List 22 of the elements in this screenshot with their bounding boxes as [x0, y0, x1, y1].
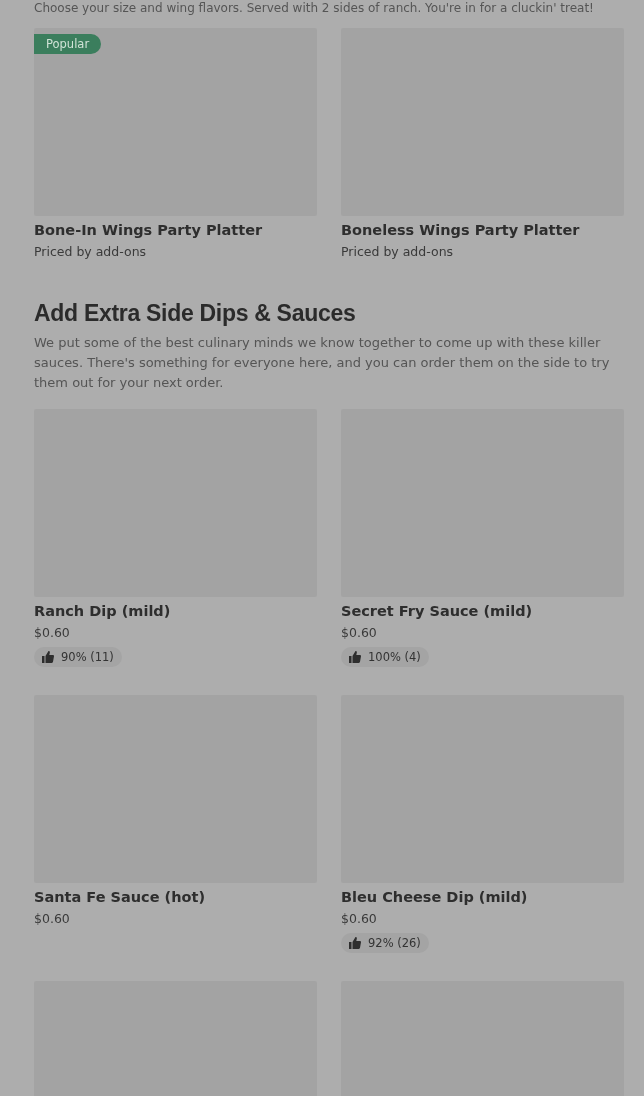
- rating-text: 100% (4): [368, 650, 421, 664]
- thumbs-up-icon: [349, 651, 361, 663]
- rating-text: 90% (11): [61, 650, 114, 664]
- item-price: $0.60: [341, 910, 378, 927]
- item-price: $0.60: [34, 624, 71, 641]
- item-name[interactable]: Santa Fe Sauce (hot): [34, 887, 317, 907]
- thumbs-up-icon: [42, 651, 54, 663]
- item-name[interactable]: Secret Fry Sauce (mild): [341, 601, 624, 621]
- item-name[interactable]: Bone-In Wings Party Platter: [34, 220, 317, 240]
- item-name[interactable]: Bleu Cheese Dip (mild): [341, 887, 624, 907]
- item-price: $0.60: [341, 624, 378, 641]
- section-title: Add Extra Side Dips & Sauces: [34, 300, 357, 327]
- item-name[interactable]: Ranch Dip (mild): [34, 601, 317, 621]
- popular-badge: Popular: [34, 34, 102, 54]
- item-price: $0.60: [34, 910, 71, 927]
- section-description: Choose your size and wing flavors. Served with 2 sides of ranch. You're in for a cluckin' treat!: [34, 0, 595, 16]
- rating-text: 92% (26): [368, 936, 421, 950]
- item-price: Priced by add-ons: [341, 243, 455, 260]
- section-description: We put some of the best culinary minds we know together to come up with these killer sauces. There's something for everyone here, and you can order them on the side to try them out for your next order.: [34, 334, 611, 392]
- thumbs-up-icon: [349, 937, 361, 949]
- item-price: Priced by add-ons: [34, 243, 148, 260]
- item-name[interactable]: Boneless Wings Party Platter: [341, 220, 624, 240]
